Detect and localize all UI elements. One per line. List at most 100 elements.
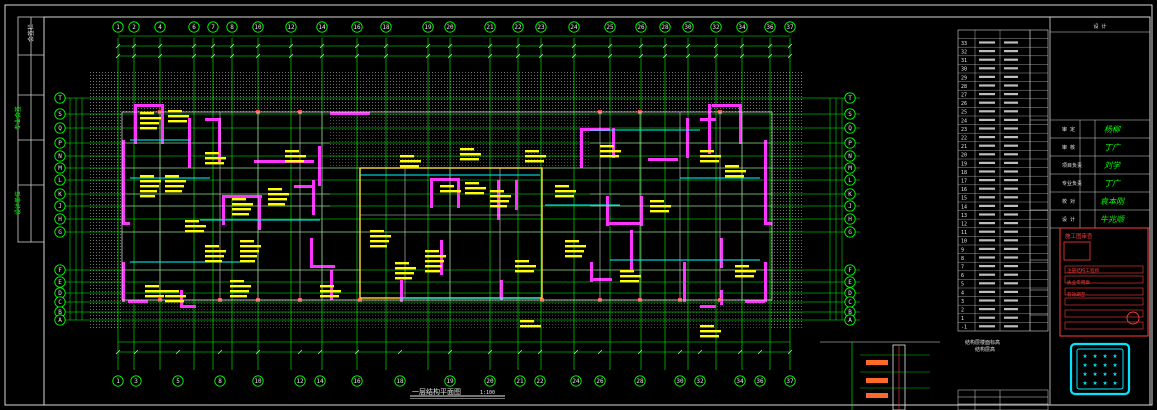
floor-height-mark [1004, 84, 1018, 87]
beam-label-mark [400, 165, 419, 168]
shear-wall [580, 128, 583, 168]
beam-label-mark [525, 160, 544, 163]
axis-bubble-top: 8 [226, 21, 238, 33]
beam-label-mark [725, 170, 746, 173]
shear-wall [686, 118, 689, 158]
axis-bubble-bottom: 36 [754, 375, 766, 387]
plan-scale: 1:100 [480, 390, 495, 396]
floor-height-mark [1004, 110, 1018, 113]
beam-label-mark [620, 275, 641, 278]
beam-label-mark [650, 210, 669, 213]
axis-bubble-top: 24 [568, 21, 580, 33]
beam-label-mark [700, 155, 721, 158]
floor-elevation-mark [979, 127, 995, 130]
beam-label-mark [185, 230, 204, 233]
sign-name: 杨柳 [1104, 125, 1121, 134]
stamp-box [1063, 241, 1091, 261]
logo-star: ★ [1103, 360, 1108, 369]
floor-number: 6 [961, 273, 964, 279]
floor-height-mark [1004, 161, 1018, 164]
axis-bubble-right: E [844, 276, 856, 288]
floor-number: 30 [961, 67, 967, 73]
floor-elevation-mark [979, 187, 995, 190]
axis-bubble-top: 2 [128, 21, 140, 33]
axis-bubble-label: S [848, 111, 852, 118]
axis-bubble-top: 36 [764, 21, 776, 33]
axis-bubble-label: 37 [786, 378, 794, 385]
shear-wall [739, 104, 742, 144]
logo-star: ★ [1083, 369, 1088, 378]
axis-bubble-label: 20 [486, 378, 494, 385]
axis-bubble-label: 32 [696, 378, 704, 385]
axis-bubble-label: L [848, 177, 852, 184]
beam-label-mark [268, 198, 287, 201]
floor-height-mark [1004, 153, 1018, 156]
axis-bubble-left: Q [54, 122, 66, 134]
beam-label-mark [140, 175, 154, 178]
beam-label-mark [600, 155, 619, 158]
logo-star: ★ [1093, 360, 1098, 369]
axis-bubble-label: E [848, 279, 852, 286]
axis-bubble-bottom: 37 [784, 375, 796, 387]
floor-elevation-mark [979, 144, 995, 147]
axis-bubble-right: N [844, 150, 856, 162]
axis-bubble-left: S [54, 108, 66, 120]
shear-wall [648, 158, 678, 161]
beam-label-mark [395, 262, 409, 265]
axis-bubble-label: 22 [514, 24, 522, 31]
beam-label-mark [620, 280, 639, 283]
floor-elevation-mark [979, 308, 995, 311]
beam-label-mark [700, 325, 714, 328]
floor-elevation-mark [979, 239, 995, 242]
floor-number: 22 [961, 136, 967, 142]
beam-label-mark [168, 115, 189, 118]
axis-bubble-label: 16 [353, 378, 361, 385]
hatch-left [88, 70, 122, 330]
floor-height-mark [1004, 273, 1018, 276]
axis-bubble-label: 21 [486, 24, 494, 31]
axis-bubble-label: 25 [606, 24, 614, 31]
axis-bubble-label: 3 [134, 378, 138, 385]
axis-bubble-top: 16 [351, 21, 363, 33]
binding-strip-text: 会签栏 专业会签 设计单位 [14, 24, 35, 215]
axis-bubble-label: 26 [596, 378, 604, 385]
beam-label-mark [140, 117, 161, 120]
floor-elevation-mark [979, 118, 995, 121]
floor-elevation-table: 3332313029282726252423222120191817161514… [957, 29, 1049, 332]
floor-number: 3 [961, 299, 964, 305]
structural-plan-svg: 会签栏 专业会签 设计单位 1 2 4 6 7 8 10 12 14 16 18 19 20 21 22 23… [4, 4, 1153, 410]
beam-label-mark [490, 195, 511, 198]
axis-bubble-label: C [58, 299, 62, 306]
axis-bubble-bottom: 28 [634, 375, 646, 387]
sign-role: 审 核 [1062, 144, 1075, 151]
beam-label-mark [460, 148, 474, 151]
logo-star: ★ [1093, 378, 1098, 387]
floor-number: 7 [961, 265, 964, 271]
floor-elevation-mark [979, 290, 995, 293]
floor-height-mark [1004, 75, 1018, 78]
beam-label-mark [230, 285, 251, 288]
axis-bubble-right: P [844, 137, 856, 149]
axis-bubble-label: D [58, 290, 62, 297]
floor-elevation-mark [979, 230, 995, 233]
axis-bubble-left: N [54, 150, 66, 162]
plan-title: 一层结构平面图 [412, 387, 461, 396]
shear-wall [180, 290, 183, 305]
axis-bubble-label: 22 [536, 378, 544, 385]
shear-wall [222, 195, 262, 198]
beam-label-mark [395, 277, 412, 280]
beam-label-mark [490, 205, 507, 208]
floor-height-mark [1004, 282, 1018, 285]
floor-number: 8 [961, 256, 964, 262]
floor-number: 11 [961, 230, 967, 236]
beam-label-mark [425, 260, 444, 263]
beam-label-mark [145, 285, 159, 288]
beam-label-mark [165, 190, 182, 193]
floor-elevation-mark [979, 110, 995, 113]
beam-label-mark [268, 193, 289, 196]
floor-height-mark [1004, 325, 1018, 328]
beam-label-mark [230, 290, 249, 293]
axis-bubble-bottom: 24 [570, 375, 582, 387]
axis-bubble-right: S [844, 108, 856, 120]
axis-bubble-label: 12 [296, 378, 304, 385]
